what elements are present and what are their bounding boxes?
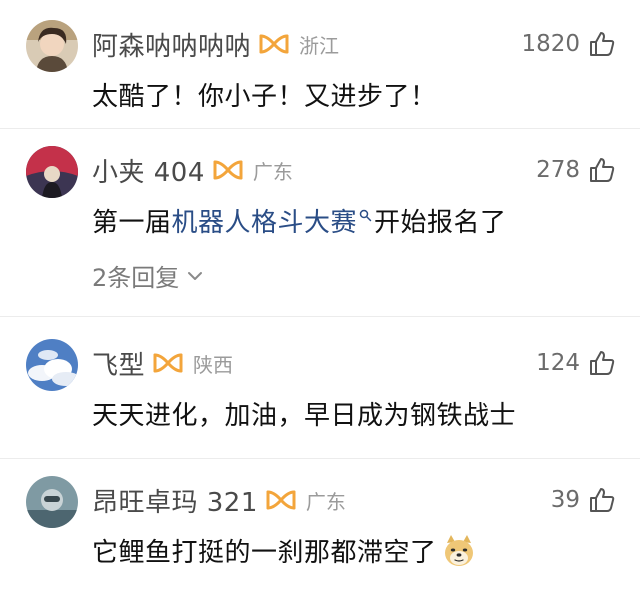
like-control[interactable]: 124 <box>536 345 616 381</box>
replies-label: 2条回复 <box>92 264 180 292</box>
comment-list: 阿森呐呐呐呐 浙江 1820 太酷了！你小子！又进步了！ 小夹 404 广东 2… <box>0 0 640 590</box>
vip-badge-icon <box>213 160 243 180</box>
vip-badge-icon <box>266 490 296 510</box>
like-control[interactable]: 278 <box>536 152 616 188</box>
username[interactable]: 阿森呐呐呐呐 <box>92 26 251 63</box>
like-count: 39 <box>550 487 580 513</box>
view-replies-button[interactable]: 2条回复 <box>92 258 203 293</box>
comment-text-suffix: 开始报名了 <box>374 208 507 238</box>
vip-badge-icon <box>153 353 183 373</box>
divider <box>0 458 640 459</box>
comment-text: 天天进化，加油，早日成为钢铁战士 <box>92 401 517 431</box>
avatar-photo-icon <box>26 20 78 72</box>
comment-header: 小夹 404 广东 <box>92 152 293 188</box>
like-control[interactable]: 39 <box>551 482 616 518</box>
avatar[interactable] <box>26 146 78 198</box>
avatar-sunset-icon <box>26 146 78 198</box>
avatar[interactable] <box>26 339 78 391</box>
thumbs-up-icon[interactable] <box>588 486 616 514</box>
thumbs-up-icon[interactable] <box>588 30 616 58</box>
username[interactable]: 飞型 <box>92 345 145 382</box>
like-control[interactable]: 1820 <box>521 26 616 62</box>
thumbs-up-icon[interactable] <box>588 156 616 184</box>
comment-text-prefix: 第一届 <box>92 208 172 238</box>
divider <box>0 316 640 317</box>
chevron-down-icon <box>188 271 203 280</box>
vip-badge-icon <box>259 34 289 54</box>
comment-header: 飞型 陕西 <box>92 345 233 381</box>
topic-link[interactable]: 机器人格斗大赛 <box>172 202 358 239</box>
comment-header: 昂旺卓玛 321 广东 <box>92 482 346 518</box>
region-label: 广东 <box>252 159 293 184</box>
region-label: 广东 <box>305 489 346 514</box>
avatar-sky-icon <box>26 339 78 391</box>
search-icon[interactable] <box>359 209 372 222</box>
divider <box>0 128 640 129</box>
avatar[interactable] <box>26 20 78 72</box>
comment-text: 太酷了！你小子！又进步了！ <box>92 82 437 112</box>
username[interactable]: 昂旺卓玛 321 <box>92 482 258 519</box>
region-label: 陕西 <box>193 352 234 377</box>
like-count: 1820 <box>521 31 580 57</box>
region-label: 浙江 <box>299 33 340 58</box>
comment-text: 第一届 机器人格斗大赛 开始报名了 <box>92 202 507 239</box>
thumbs-up-icon[interactable] <box>588 349 616 377</box>
avatar-photo-icon <box>26 476 78 528</box>
like-count: 278 <box>536 157 580 183</box>
comment-text-body: 它鲤鱼打挺的一刹那都滞空了 <box>92 538 437 568</box>
avatar[interactable] <box>26 476 78 528</box>
doge-emoji-icon <box>444 534 473 566</box>
like-count: 124 <box>536 350 580 376</box>
comment-text: 它鲤鱼打挺的一刹那都滞空了 <box>92 532 477 569</box>
comment-header: 阿森呐呐呐呐 浙江 <box>92 26 339 62</box>
username[interactable]: 小夹 404 <box>92 152 205 189</box>
